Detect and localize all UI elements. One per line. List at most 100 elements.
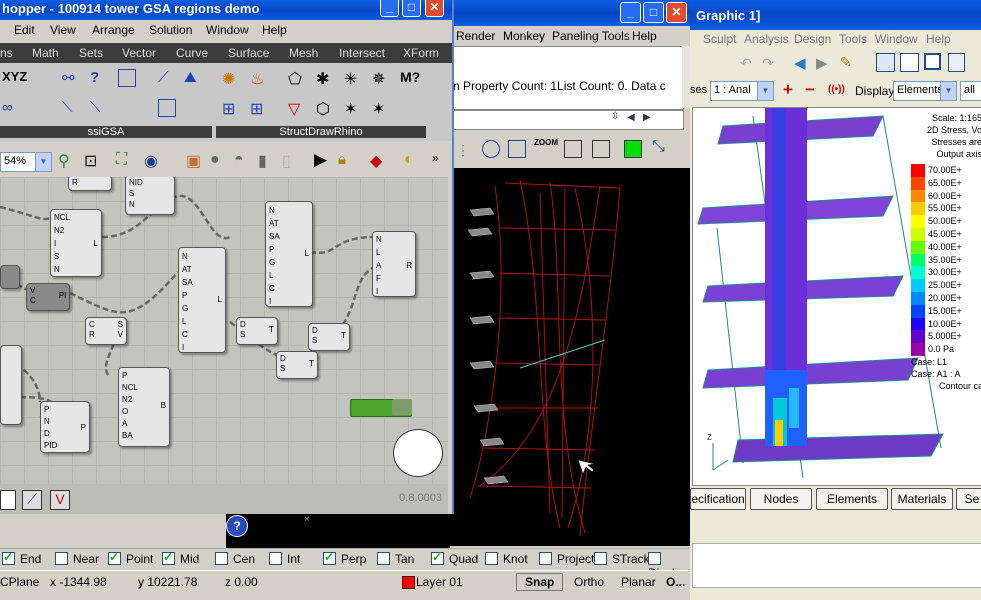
- play-icon[interactable]: ▶: [314, 150, 332, 169]
- gsa-menu-window[interactable]: Window: [875, 32, 918, 46]
- minimize-icon[interactable]: _: [380, 0, 399, 17]
- cube-icon[interactable]: ▣: [186, 151, 204, 170]
- lock-icon[interactable]: 🔒︎: [338, 151, 356, 169]
- help-icon[interactable]: ?: [226, 515, 248, 537]
- tab-math[interactable]: Math: [32, 46, 59, 60]
- flame-icon[interactable]: ♨: [250, 69, 268, 88]
- gh-node-section[interactable]: P N D PID P: [40, 401, 90, 453]
- gsa-menu-design[interactable]: Design: [794, 32, 831, 46]
- gh-menu-help[interactable]: Help: [262, 23, 287, 37]
- status-layer[interactable]: Layer 01: [416, 575, 463, 589]
- tab-sets[interactable]: Sets: [79, 46, 103, 60]
- m-query-icon[interactable]: M?: [400, 69, 420, 87]
- element-icon[interactable]: ⟍: [62, 99, 80, 117]
- xyz-icon[interactable]: XYZ: [2, 69, 27, 87]
- beam-icon[interactable]: ⟋: [158, 69, 176, 87]
- gh-node-nid[interactable]: NID S N: [125, 177, 175, 215]
- gh-node-beam[interactable]: P NCL N2 O A BA B: [118, 367, 170, 447]
- osnap-tan[interactable]: Tan: [377, 552, 414, 566]
- link-icon[interactable]: ⚯: [62, 69, 80, 87]
- properties-icon[interactable]: [900, 53, 919, 72]
- case-select[interactable]: 1 : Anal ▼: [710, 81, 774, 101]
- filter-select[interactable]: all: [960, 81, 981, 101]
- move-icon[interactable]: ⤡: [652, 138, 670, 156]
- gh-menu-arrange[interactable]: Arrange: [92, 23, 135, 37]
- sphere-icon[interactable]: ●: [210, 151, 228, 169]
- surface-icon[interactable]: ⛰: [184, 69, 202, 87]
- gh-menu-view[interactable]: View: [50, 23, 76, 37]
- gsa-menu-analysis[interactable]: Analysis: [744, 32, 789, 46]
- draw-icon[interactable]: ⟋: [22, 490, 42, 510]
- rhino-menu-render[interactable]: Render: [456, 29, 495, 43]
- gsa-menu-tools[interactable]: Tools: [839, 32, 867, 46]
- command-scrollbar[interactable]: [682, 46, 690, 108]
- osnap-mid[interactable]: Mid: [162, 550, 199, 566]
- gh-node-mesh-element-2[interactable]: N AT SA P G L C I L: [178, 247, 226, 353]
- gsa-menu-sculpt[interactable]: Sculpt: [703, 32, 736, 46]
- boolean-toggle[interactable]: [350, 399, 412, 417]
- zoom-select[interactable]: 54% ▼: [0, 152, 52, 172]
- rhino-title-bar[interactable]: _ □ ✕: [450, 0, 690, 26]
- label-icon[interactable]: [948, 53, 965, 72]
- rhino-menu-help[interactable]: Help: [632, 29, 657, 43]
- more-icon[interactable]: »: [432, 151, 450, 169]
- query-icon[interactable]: ?: [90, 69, 108, 87]
- osnap-near[interactable]: Near: [55, 552, 99, 566]
- chevron-left-icon[interactable]: ◀: [627, 112, 635, 123]
- gh-node-mesh-element[interactable]: N AT SA P G L C I L: [265, 201, 313, 307]
- maximize-icon[interactable]: □: [643, 2, 664, 23]
- eye-icon[interactable]: ◉: [144, 151, 162, 170]
- circle-icon[interactable]: [482, 140, 500, 158]
- star-icon[interactable]: ✶: [372, 99, 390, 118]
- redo-icon[interactable]: ↷: [762, 55, 780, 73]
- gh-menu-window[interactable]: Window: [206, 23, 249, 37]
- rhino-menu-monkey[interactable]: Monkey: [503, 29, 545, 43]
- tab-materials[interactable]: Materials: [891, 488, 953, 510]
- tab-params[interactable]: ns: [0, 46, 13, 60]
- maximize-icon[interactable]: □: [402, 0, 421, 17]
- gh-title-bar[interactable]: hopper - 100914 tower GSA regions demo _…: [0, 0, 452, 20]
- osnap-end[interactable]: End: [2, 550, 41, 566]
- zoom-icon[interactable]: ⚲: [58, 151, 76, 170]
- updown-icon[interactable]: ⇳: [611, 111, 619, 122]
- animate-icon[interactable]: ((•)): [828, 84, 845, 95]
- osnap-point[interactable]: Point: [108, 550, 153, 566]
- osnap-toggle[interactable]: O...: [666, 575, 685, 589]
- command-input[interactable]: ⇳ ◀ ▶: [450, 110, 684, 130]
- gh-node-display-2[interactable]: D S T: [308, 323, 350, 351]
- close-icon[interactable]: ✕: [666, 2, 687, 23]
- gh-node-curve[interactable]: R: [68, 177, 112, 191]
- osnap-project[interactable]: Project: [539, 552, 594, 566]
- box-icon[interactable]: [508, 140, 526, 158]
- undo-icon[interactable]: ↶: [740, 55, 758, 73]
- light-icon[interactable]: ✳: [344, 69, 362, 88]
- gh-node-curve-2[interactable]: C R S V: [85, 317, 127, 345]
- mask-icon[interactable]: ◓: [234, 151, 252, 169]
- frame-icon[interactable]: [924, 53, 941, 70]
- spider-icon[interactable]: ✵: [372, 69, 390, 88]
- zoom-icon[interactable]: ZOOM: [534, 138, 558, 156]
- member-icon[interactable]: ⟍: [90, 99, 108, 117]
- command-history[interactable]: n Property Count: 1List Count: 0. Data c: [450, 46, 684, 110]
- forward-arrow-icon[interactable]: ▶: [816, 54, 834, 72]
- osnap-strack[interactable]: STrack: [594, 552, 650, 566]
- v-icon[interactable]: V: [50, 490, 70, 510]
- grid-view-icon[interactable]: [876, 53, 895, 72]
- node-icon[interactable]: ∞: [2, 99, 20, 117]
- planar-toggle[interactable]: Planar: [621, 575, 656, 589]
- point-icon[interactable]: ⋮: [456, 142, 474, 160]
- green-square-icon[interactable]: [624, 140, 642, 158]
- plate-icon[interactable]: ⬠: [288, 69, 306, 88]
- gh-node-display[interactable]: D S T: [236, 317, 278, 345]
- tab-curve[interactable]: Curve: [176, 46, 208, 60]
- dial-knob[interactable]: [393, 429, 443, 477]
- gh-menu-edit[interactable]: Edit: [14, 23, 35, 37]
- phone-icon[interactable]: ▮: [258, 151, 276, 170]
- gh-node-display-3[interactable]: D S T: [276, 351, 318, 379]
- gear-icon[interactable]: ✺: [222, 69, 240, 88]
- osnap-cen[interactable]: Cen: [215, 552, 255, 566]
- grid-icon[interactable]: ⊞: [250, 99, 268, 118]
- osnap-perp[interactable]: Perp: [323, 550, 366, 566]
- osnap-int[interactable]: Int: [269, 552, 300, 566]
- shape-icon[interactable]: ⬡: [316, 99, 334, 118]
